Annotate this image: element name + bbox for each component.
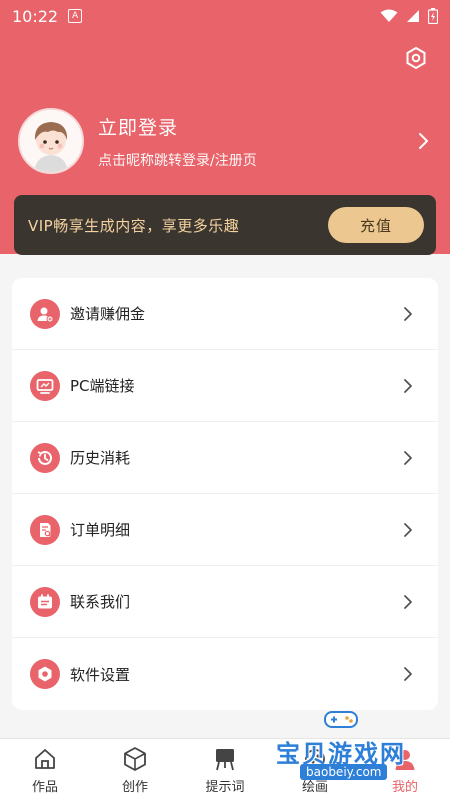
nav-label: 创作 bbox=[121, 780, 148, 795]
status-bar: 10:22 A bbox=[0, 0, 450, 32]
nav-label: 我的 bbox=[391, 780, 418, 795]
nav-item-mine[interactable]: 我的 bbox=[360, 739, 450, 800]
status-time: 10:22 bbox=[12, 6, 59, 26]
contact-icon bbox=[30, 586, 60, 617]
profile-text: 立即登录 点击昵称跳转登录/注册页 bbox=[98, 113, 414, 170]
chevron-right-icon bbox=[404, 450, 412, 465]
menu-item-orders[interactable]: 订单明细 bbox=[12, 494, 438, 566]
nav-item-works[interactable]: 作品 bbox=[0, 739, 90, 800]
avatar[interactable] bbox=[18, 108, 84, 174]
settings-icon bbox=[30, 659, 60, 689]
nav-label: 绘画 bbox=[301, 780, 328, 795]
gamepad-icon bbox=[324, 711, 358, 728]
status-icons bbox=[380, 8, 438, 24]
menu-label: 订单明细 bbox=[70, 521, 131, 539]
settings-icon[interactable] bbox=[404, 46, 428, 70]
profile-icon bbox=[395, 750, 415, 770]
menu-label: 历史消耗 bbox=[70, 449, 131, 467]
history-icon bbox=[30, 442, 60, 473]
chevron-right-icon[interactable] bbox=[414, 132, 432, 150]
chevron-right-icon bbox=[404, 378, 412, 393]
menu-item-invite[interactable]: 邀请赚佣金 bbox=[12, 278, 438, 350]
chevron-right-icon bbox=[404, 522, 412, 537]
paint-icon bbox=[305, 749, 325, 769]
menu-item-history[interactable]: 历史消耗 bbox=[12, 422, 438, 494]
chevron-right-icon bbox=[404, 594, 412, 609]
notification-icon: A bbox=[68, 9, 83, 23]
vip-promo-text: VIP畅享生成内容，享更多乐趣 bbox=[28, 216, 240, 235]
monitor-icon bbox=[30, 370, 60, 401]
wifi-icon bbox=[380, 9, 398, 22]
cube-icon bbox=[124, 747, 146, 771]
menu-item-contact[interactable]: 联系我们 bbox=[12, 566, 438, 638]
bottom-nav: 作品 创作 提示词 绘画 我的 bbox=[0, 738, 450, 800]
nav-item-paint[interactable]: 绘画 bbox=[270, 739, 360, 800]
menu-label: 软件设置 bbox=[70, 665, 131, 684]
avatar-illustration bbox=[20, 110, 82, 172]
recharge-button[interactable]: 充值 bbox=[328, 207, 424, 243]
easel-icon bbox=[216, 749, 234, 771]
menu-list: 邀请赚佣金 PC端链接 历史消耗 订单明细 联系我们 软件设置 bbox=[12, 278, 438, 710]
menu-label: 联系我们 bbox=[70, 593, 131, 611]
profile-login-row[interactable]: 立即登录 点击昵称跳转登录/注册页 bbox=[18, 108, 432, 174]
battery-icon bbox=[428, 8, 438, 24]
home-icon bbox=[35, 749, 55, 769]
menu-label: 邀请赚佣金 bbox=[70, 305, 146, 323]
login-title[interactable]: 立即登录 bbox=[98, 113, 414, 140]
login-subtitle: 点击昵称跳转登录/注册页 bbox=[98, 152, 257, 169]
menu-item-pc-link[interactable]: PC端链接 bbox=[12, 350, 438, 422]
invite-user-icon bbox=[30, 298, 60, 329]
signal-icon bbox=[407, 10, 419, 22]
nav-item-create[interactable]: 创作 bbox=[90, 739, 180, 800]
chevron-right-icon bbox=[404, 667, 412, 681]
vip-banner: VIP畅享生成内容，享更多乐趣 充值 bbox=[14, 195, 436, 255]
menu-label: PC端链接 bbox=[70, 377, 135, 395]
order-icon bbox=[30, 514, 60, 545]
nav-label: 提示词 bbox=[205, 780, 245, 795]
chevron-right-icon bbox=[404, 306, 412, 321]
nav-label: 作品 bbox=[31, 780, 58, 795]
menu-item-app-settings[interactable]: 软件设置 bbox=[12, 638, 438, 710]
nav-item-prompts[interactable]: 提示词 bbox=[180, 739, 270, 800]
